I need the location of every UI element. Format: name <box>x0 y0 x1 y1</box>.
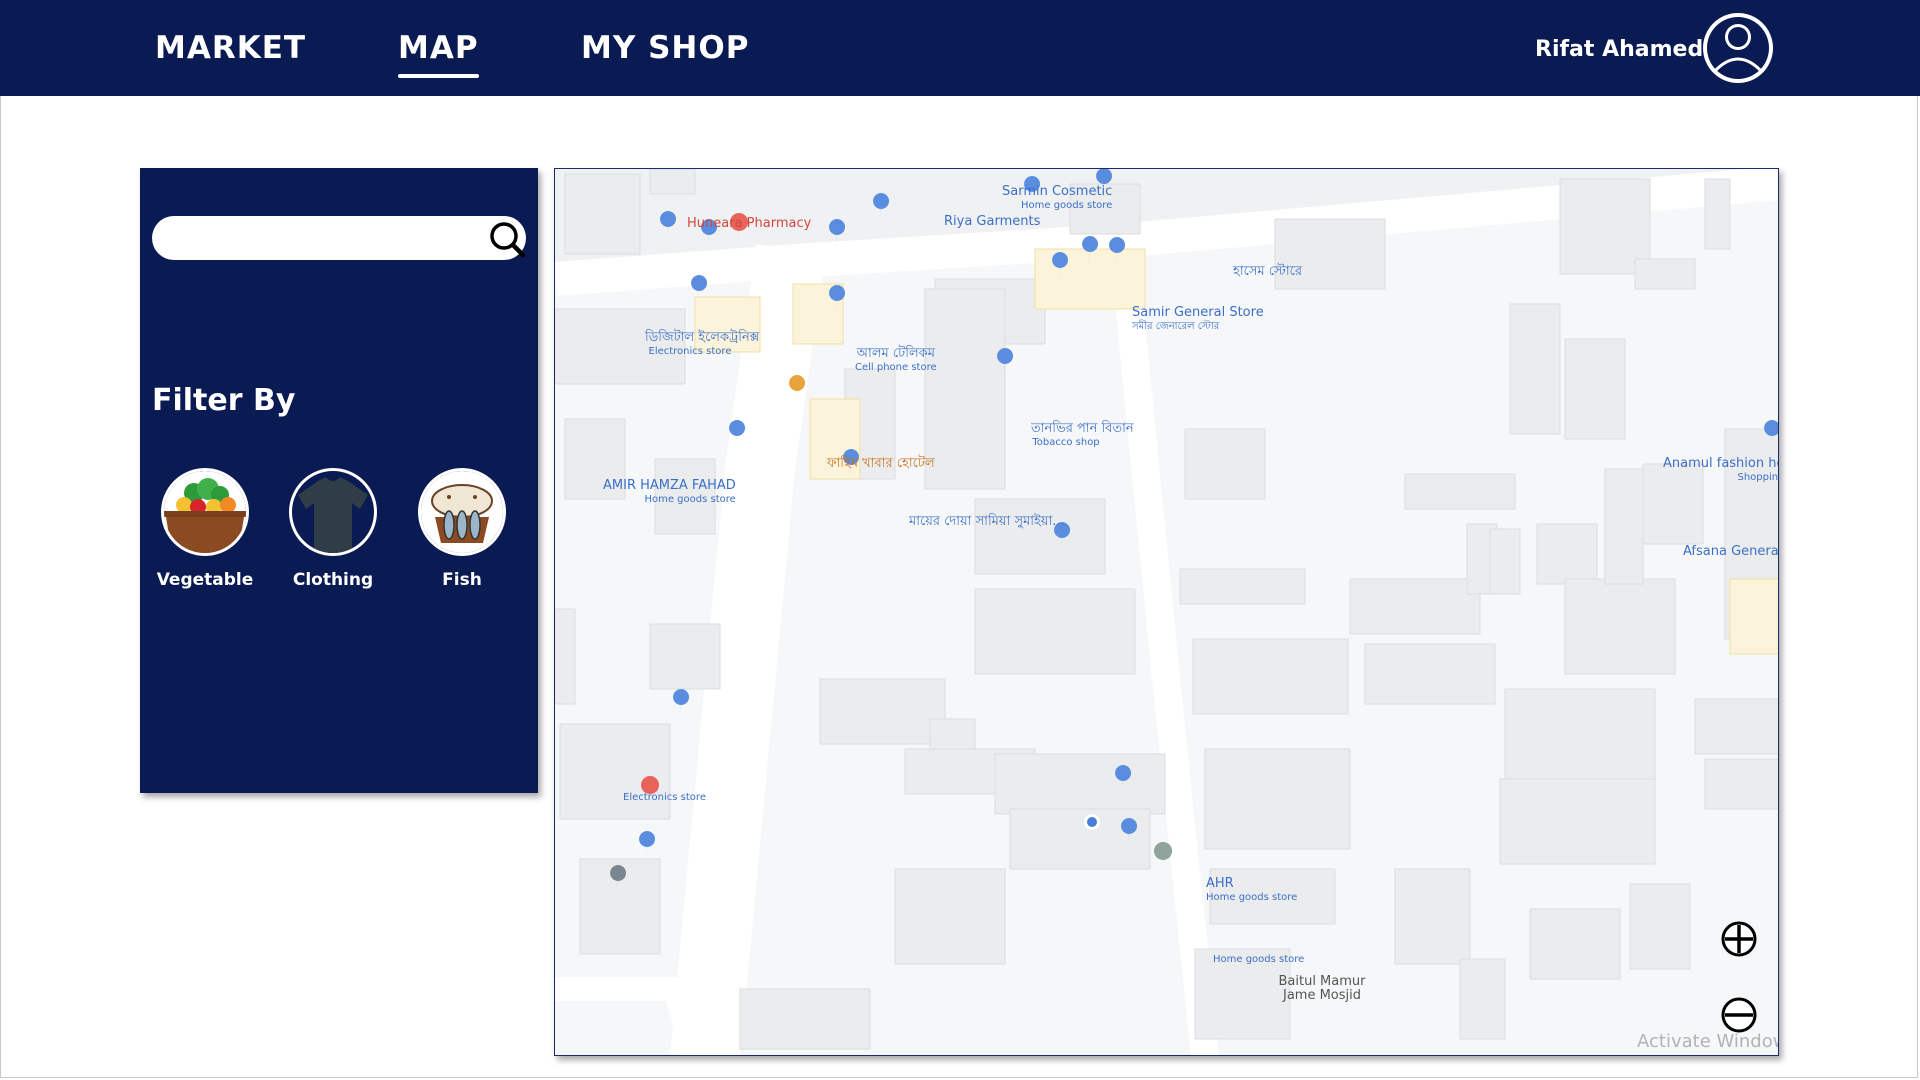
search-icon[interactable] <box>488 220 526 258</box>
map-place-label[interactable]: তানভির পান বিতান Tobacco shop <box>1031 422 1134 450</box>
category-label: Fish <box>442 570 482 590</box>
search-box <box>152 216 526 260</box>
place-name: Sarmin Cosmetic <box>1002 184 1113 199</box>
activate-windows-watermark: Activate Windows <box>1637 1031 1778 1052</box>
map-place-label[interactable]: Electronics store <box>623 791 706 805</box>
place-type: Home goods store <box>644 494 736 505</box>
place-type: Home goods store <box>1020 200 1113 211</box>
map-place-label[interactable]: Home goods store <box>1213 953 1304 967</box>
place-name: ফাহিম খাবার হোটেল <box>827 456 935 471</box>
search-input[interactable] <box>168 222 472 256</box>
map-place-label[interactable]: Samir General Store সমীর জেনারেল স্টোর <box>1132 306 1264 334</box>
place-type: Electronics store <box>623 792 706 803</box>
place-name: তানভির পান বিতান <box>1031 421 1134 436</box>
map-place-label[interactable]: হাসেম স্টোরে <box>1233 265 1302 279</box>
map-place-label[interactable]: আলম টেলিকম Cell phone store <box>855 347 937 375</box>
category-vegetable-circle <box>161 468 249 556</box>
category-clothing-circle <box>289 468 377 556</box>
place-name: Samir General Store <box>1132 305 1264 320</box>
user-name[interactable]: Rifat Ahamed <box>1535 37 1703 62</box>
map-canvas <box>555 169 1778 1055</box>
vegetable-basket-icon <box>164 471 246 553</box>
active-tab-indicator <box>398 74 479 78</box>
place-type: Electronics store <box>648 346 732 357</box>
place-name: AMIR HAMZA FAHAD <box>603 478 736 493</box>
map-place-label[interactable]: Sarmin Cosmetic Home goods store <box>1002 185 1112 213</box>
map-place-label[interactable]: ফাহিম খাবার হোটেল <box>827 457 935 471</box>
place-type: Cell phone store <box>855 362 937 373</box>
place-name: Riya Garments <box>944 214 1041 229</box>
nav-map[interactable]: MAP <box>398 30 479 78</box>
map-place-label[interactable]: AMIR HAMZA FAHAD Home goods store <box>603 479 736 507</box>
top-nav-bar: MARKET MAP MY SHOP Rifat Ahamed <box>0 0 1920 96</box>
category-label: Clothing <box>292 570 374 590</box>
map-place-label[interactable]: Huneara Pharmacy <box>687 217 811 231</box>
place-name: হাসেম স্টোরে <box>1233 264 1302 279</box>
category-fish-circle <box>418 468 506 556</box>
place-type: সমীর জেনারেল স্টোর <box>1132 321 1220 332</box>
place-name: আলম টেলিকম <box>856 346 935 361</box>
place-name: Anamul fashion ho <box>1663 456 1779 471</box>
zoom-out-button[interactable] <box>1721 997 1757 1033</box>
category-fish[interactable]: Fish <box>397 468 527 590</box>
map-place-label[interactable]: Riya Garments <box>944 215 1040 229</box>
place-name: AHR <box>1206 876 1234 891</box>
category-clothing[interactable]: Clothing <box>268 468 398 590</box>
nav-market[interactable]: MARKET <box>155 30 306 66</box>
category-vegetable[interactable]: Vegetable <box>140 468 270 590</box>
place-name: Afsana General <box>1683 544 1779 559</box>
user-avatar-icon[interactable] <box>1700 10 1776 86</box>
map-place-label[interactable]: Anamul fashion hoShopping <box>1663 456 1779 485</box>
filter-sidebar: Filter By Vegetable Clothing Fish <box>140 168 538 793</box>
map-place-label[interactable]: AHR Home goods store <box>1206 877 1297 905</box>
place-type: Shopping <box>1737 472 1779 483</box>
nav-my-shop[interactable]: MY SHOP <box>581 30 749 66</box>
fish-basket-icon <box>421 471 503 553</box>
map-place-label[interactable]: Baitul Mamur Jame Mosjid <box>1277 975 1367 1003</box>
place-name: ডিজিটাল ইলেকট্রনিক্স <box>645 330 760 345</box>
place-type: Home goods store <box>1206 892 1298 903</box>
map-place-label[interactable]: Afsana General <box>1683 544 1779 559</box>
place-name: মায়ের দোয়া সামিয়া সুমাইয়া... <box>909 514 1065 529</box>
map-view[interactable]: Sarmin Cosmetic Home goods store Riya Gar… <box>554 168 1779 1056</box>
nav-map-label: MAP <box>398 30 479 66</box>
map-place-label[interactable]: ডিজিটাল ইলেকট্রনিক্স Electronics store <box>645 331 759 359</box>
zoom-in-button[interactable] <box>1721 921 1757 957</box>
category-label: Vegetable <box>156 570 254 590</box>
place-type: Tobacco shop <box>1032 437 1100 448</box>
place-name: Huneara Pharmacy <box>687 216 812 231</box>
map-place-label[interactable]: মায়ের দোয়া সামিয়া সুমাইয়া... <box>909 515 1065 529</box>
place-name: Baitul Mamur Jame Mosjid <box>1278 974 1366 1003</box>
tshirt-icon <box>298 477 368 553</box>
filter-title: Filter By <box>152 383 296 418</box>
place-type: Home goods store <box>1213 954 1305 965</box>
